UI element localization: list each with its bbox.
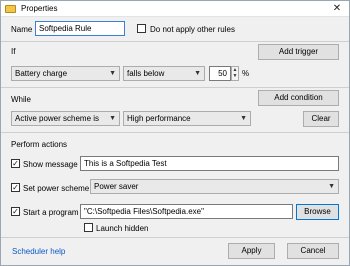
- actions-heading: Perform actions: [11, 140, 68, 149]
- stepper-down-icon[interactable]: ▼: [232, 73, 238, 79]
- while-heading: While: [11, 95, 32, 104]
- message-input[interactable]: This is a Softpedia Test: [80, 156, 339, 171]
- set-power-scheme-checkbox[interactable]: ✓: [11, 183, 20, 192]
- cancel-button[interactable]: Cancel: [287, 243, 339, 259]
- chevron-down-icon: ▼: [328, 183, 335, 190]
- skip-other-rules-checkbox[interactable]: [137, 24, 146, 33]
- folder-icon: [5, 5, 16, 13]
- clear-button[interactable]: Clear: [303, 111, 339, 127]
- apply-button[interactable]: Apply: [228, 243, 275, 259]
- show-message-checkbox[interactable]: ✓: [11, 159, 20, 168]
- title-bar: Properties ✕: [1, 1, 349, 17]
- start-program-checkbox[interactable]: ✓: [11, 207, 20, 216]
- while-value-text: High performance: [127, 114, 191, 123]
- power-scheme-value: Power saver: [94, 182, 139, 191]
- if-heading: If: [11, 47, 16, 56]
- close-icon[interactable]: ✕: [331, 2, 343, 15]
- divider: [1, 132, 349, 133]
- start-program-label: Start a program: [23, 208, 79, 217]
- launch-hidden-checkbox[interactable]: [84, 223, 93, 232]
- chevron-down-icon: ▼: [109, 115, 116, 122]
- chevron-down-icon: ▼: [109, 70, 116, 77]
- value-stepper[interactable]: ▲ ▼: [231, 66, 239, 81]
- percent-unit: %: [242, 69, 250, 78]
- divider: [1, 87, 349, 88]
- window-title: Properties: [21, 4, 58, 13]
- trigger-value-input[interactable]: 50: [209, 66, 231, 81]
- chevron-down-icon: ▼: [194, 70, 201, 77]
- launch-hidden-label: Launch hidden: [96, 224, 149, 233]
- trigger-type-select[interactable]: Battery charge ▼: [11, 66, 120, 81]
- set-power-scheme-label: Set power scheme: [23, 184, 90, 193]
- while-value-select[interactable]: High performance ▼: [123, 111, 251, 126]
- power-scheme-select[interactable]: Power saver ▼: [90, 179, 339, 194]
- add-condition-button[interactable]: Add condition: [258, 90, 339, 106]
- skip-other-rules-label: Do not apply other rules: [150, 25, 235, 34]
- name-label: Name: [11, 25, 33, 34]
- trigger-operator-select[interactable]: falls below ▼: [123, 66, 205, 81]
- divider: [1, 41, 349, 42]
- show-message-label: Show message: [23, 160, 78, 169]
- browse-button[interactable]: Browse: [296, 204, 339, 220]
- while-condition-value: Active power scheme is: [15, 114, 100, 123]
- rule-name-input[interactable]: Softpedia Rule: [35, 21, 125, 36]
- while-condition-select[interactable]: Active power scheme is ▼: [11, 111, 120, 126]
- scheduler-help-link[interactable]: Scheduler help: [12, 247, 65, 256]
- add-trigger-button[interactable]: Add trigger: [258, 44, 339, 60]
- trigger-operator-value: falls below: [127, 69, 165, 78]
- properties-window: Properties ✕ Name Softpedia Rule Do not …: [0, 0, 350, 266]
- divider: [1, 237, 349, 238]
- trigger-type-value: Battery charge: [15, 69, 68, 78]
- program-path-input[interactable]: "C:\Softpedia Files\Softpedia.exe": [80, 204, 293, 219]
- chevron-down-icon: ▼: [240, 115, 247, 122]
